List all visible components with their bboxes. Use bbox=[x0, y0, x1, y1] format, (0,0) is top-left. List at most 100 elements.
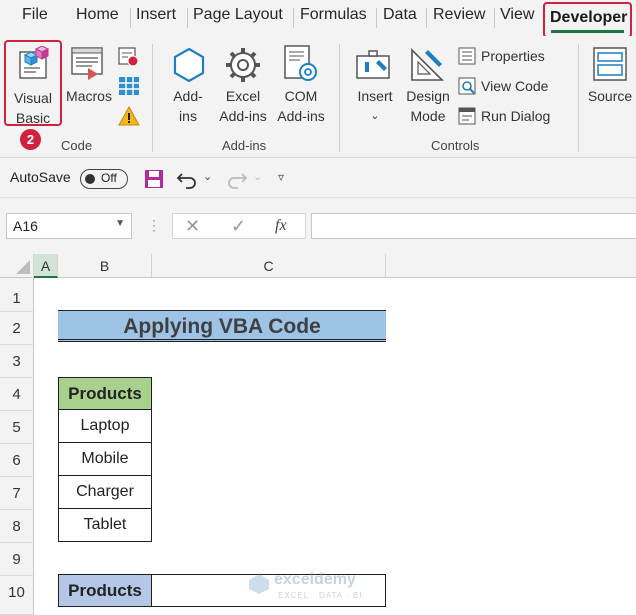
tab-separator bbox=[187, 8, 188, 28]
tab-insert[interactable]: Insert bbox=[136, 6, 176, 24]
formula-buttons: ✕ ✓ fx bbox=[172, 213, 306, 239]
tab-data[interactable]: Data bbox=[383, 6, 417, 24]
row-header-3[interactable]: 3 bbox=[0, 345, 34, 378]
exceldemy-logo-icon bbox=[249, 574, 269, 594]
tab-formulas[interactable]: Formulas bbox=[300, 6, 367, 24]
macro-security-icon[interactable] bbox=[118, 106, 140, 126]
row-header-1[interactable]: 1 bbox=[0, 278, 34, 312]
tab-file[interactable]: File bbox=[22, 6, 48, 24]
column-header-a[interactable]: A bbox=[34, 254, 58, 278]
ribbon-tabs: File Home Insert Page Layout Formulas Da… bbox=[0, 0, 636, 38]
product-cell[interactable]: Laptop bbox=[58, 409, 152, 443]
design-mode-icon[interactable] bbox=[408, 46, 446, 84]
product-cell[interactable]: Tablet bbox=[58, 508, 152, 542]
row-header-6[interactable]: 6 bbox=[0, 444, 34, 477]
autosave-toggle[interactable]: Off bbox=[80, 169, 128, 189]
enter-check-icon[interactable]: ✓ bbox=[231, 216, 246, 237]
gear-icon[interactable] bbox=[224, 46, 262, 84]
macros-icon[interactable] bbox=[70, 46, 108, 82]
group-separator bbox=[339, 44, 340, 152]
redo-icon[interactable] bbox=[226, 168, 248, 190]
com-addins-icon[interactable] bbox=[282, 44, 320, 84]
com-addins-label[interactable]: COM Add-ins bbox=[272, 86, 330, 126]
tab-view[interactable]: View bbox=[500, 6, 534, 24]
row-header-10[interactable]: 10 bbox=[0, 576, 34, 615]
visual-basic-icon bbox=[19, 46, 50, 79]
visual-basic-label: Visual Basic bbox=[14, 90, 52, 126]
run-dialog-button[interactable]: Run Dialog bbox=[481, 108, 550, 124]
group-label-controls: Controls bbox=[431, 138, 480, 153]
tab-home[interactable]: Home bbox=[76, 6, 119, 24]
formula-bar: A16 ▼ ⋮ ✕ ✓ fx bbox=[0, 198, 636, 254]
watermark-tagline: EXCEL · DATA · BI bbox=[278, 591, 363, 600]
watermark-brand: exceldemy bbox=[274, 571, 356, 588]
tab-separator bbox=[376, 8, 377, 28]
insert-function-button[interactable]: fx bbox=[275, 217, 287, 235]
visual-basic-button[interactable]: Visual Basic bbox=[4, 40, 62, 126]
group-separator bbox=[578, 44, 579, 152]
cancel-icon[interactable]: ✕ bbox=[185, 216, 200, 237]
formula-bar-grip-icon[interactable]: ⋮ bbox=[147, 217, 162, 234]
toggle-knob bbox=[85, 173, 95, 184]
row-header-9[interactable]: 9 bbox=[0, 543, 34, 576]
chevron-down-icon: ⌄ bbox=[370, 110, 380, 122]
run-dialog-icon[interactable] bbox=[458, 107, 476, 125]
formula-input[interactable] bbox=[311, 213, 636, 239]
autosave-state: Off bbox=[101, 171, 117, 185]
step-badge-2: 2 bbox=[20, 129, 41, 150]
row-header-4[interactable]: 4 bbox=[0, 378, 34, 411]
source-label[interactable]: Source bbox=[584, 86, 636, 106]
customize-qat-icon[interactable]: ▿ bbox=[278, 170, 284, 184]
column-header-b[interactable]: B bbox=[58, 254, 152, 278]
relative-references-icon[interactable] bbox=[118, 76, 140, 96]
macros-label[interactable]: Macros bbox=[62, 86, 116, 106]
view-code-button[interactable]: View Code bbox=[481, 78, 548, 94]
insert-controls-icon[interactable] bbox=[355, 48, 395, 82]
insert-controls-label[interactable]: Insert ⌄ bbox=[350, 86, 400, 126]
tab-page-layout[interactable]: Page Layout bbox=[193, 6, 283, 24]
tab-developer[interactable]: Developer bbox=[543, 2, 632, 38]
properties-icon[interactable] bbox=[458, 47, 476, 65]
group-label-addins: Add-ins bbox=[222, 138, 267, 153]
products-header-cell-2[interactable]: Products bbox=[58, 574, 152, 607]
exceldemy-watermark: exceldemy EXCEL · DATA · BI bbox=[248, 569, 388, 605]
name-box[interactable]: A16 ▼ bbox=[6, 213, 132, 239]
tab-separator bbox=[426, 8, 427, 28]
quick-access-toolbar: AutoSave Off ⌄ ⌄ ▿ bbox=[0, 158, 636, 198]
tab-separator bbox=[130, 8, 131, 28]
tab-separator bbox=[293, 8, 294, 28]
group-separator bbox=[152, 44, 153, 152]
name-box-value: A16 bbox=[13, 218, 38, 234]
addins-icon[interactable] bbox=[170, 46, 208, 84]
select-all-corner[interactable] bbox=[0, 254, 34, 278]
record-macro-icon[interactable] bbox=[118, 46, 140, 68]
title-cell[interactable]: Applying VBA Code bbox=[58, 310, 386, 342]
view-code-icon[interactable] bbox=[458, 77, 476, 95]
name-box-dropdown-icon[interactable]: ▼ bbox=[115, 218, 125, 229]
excel-addins-label[interactable]: Excel Add-ins bbox=[214, 86, 272, 126]
redo-dropdown-icon[interactable]: ⌄ bbox=[253, 170, 262, 183]
undo-icon[interactable] bbox=[176, 168, 198, 190]
column-header-empty bbox=[386, 254, 636, 278]
tab-separator bbox=[494, 8, 495, 28]
addins-label[interactable]: Add- ins bbox=[163, 86, 213, 126]
row-header-2[interactable]: 2 bbox=[0, 312, 34, 345]
active-tab-underline bbox=[551, 30, 624, 33]
select-all-triangle-icon bbox=[16, 260, 30, 274]
group-label-code: Code bbox=[61, 138, 93, 153]
properties-button[interactable]: Properties bbox=[481, 48, 545, 64]
tab-review[interactable]: Review bbox=[433, 6, 485, 24]
undo-dropdown-icon[interactable]: ⌄ bbox=[203, 170, 212, 183]
ribbon-developer: Visual Basic Macros Code Add- ins Excel … bbox=[0, 36, 636, 158]
product-cell[interactable]: Charger bbox=[58, 475, 152, 509]
row-header-8[interactable]: 8 bbox=[0, 510, 34, 543]
row-header-7[interactable]: 7 bbox=[0, 477, 34, 510]
save-icon[interactable] bbox=[144, 169, 164, 189]
column-header-c[interactable]: C bbox=[152, 254, 386, 278]
products-header-cell[interactable]: Products bbox=[58, 377, 152, 410]
source-icon[interactable] bbox=[592, 46, 628, 82]
product-cell[interactable]: Mobile bbox=[58, 442, 152, 476]
design-mode-label[interactable]: Design Mode bbox=[400, 86, 456, 126]
tab-developer-label: Developer bbox=[550, 9, 628, 26]
row-header-5[interactable]: 5 bbox=[0, 411, 34, 444]
